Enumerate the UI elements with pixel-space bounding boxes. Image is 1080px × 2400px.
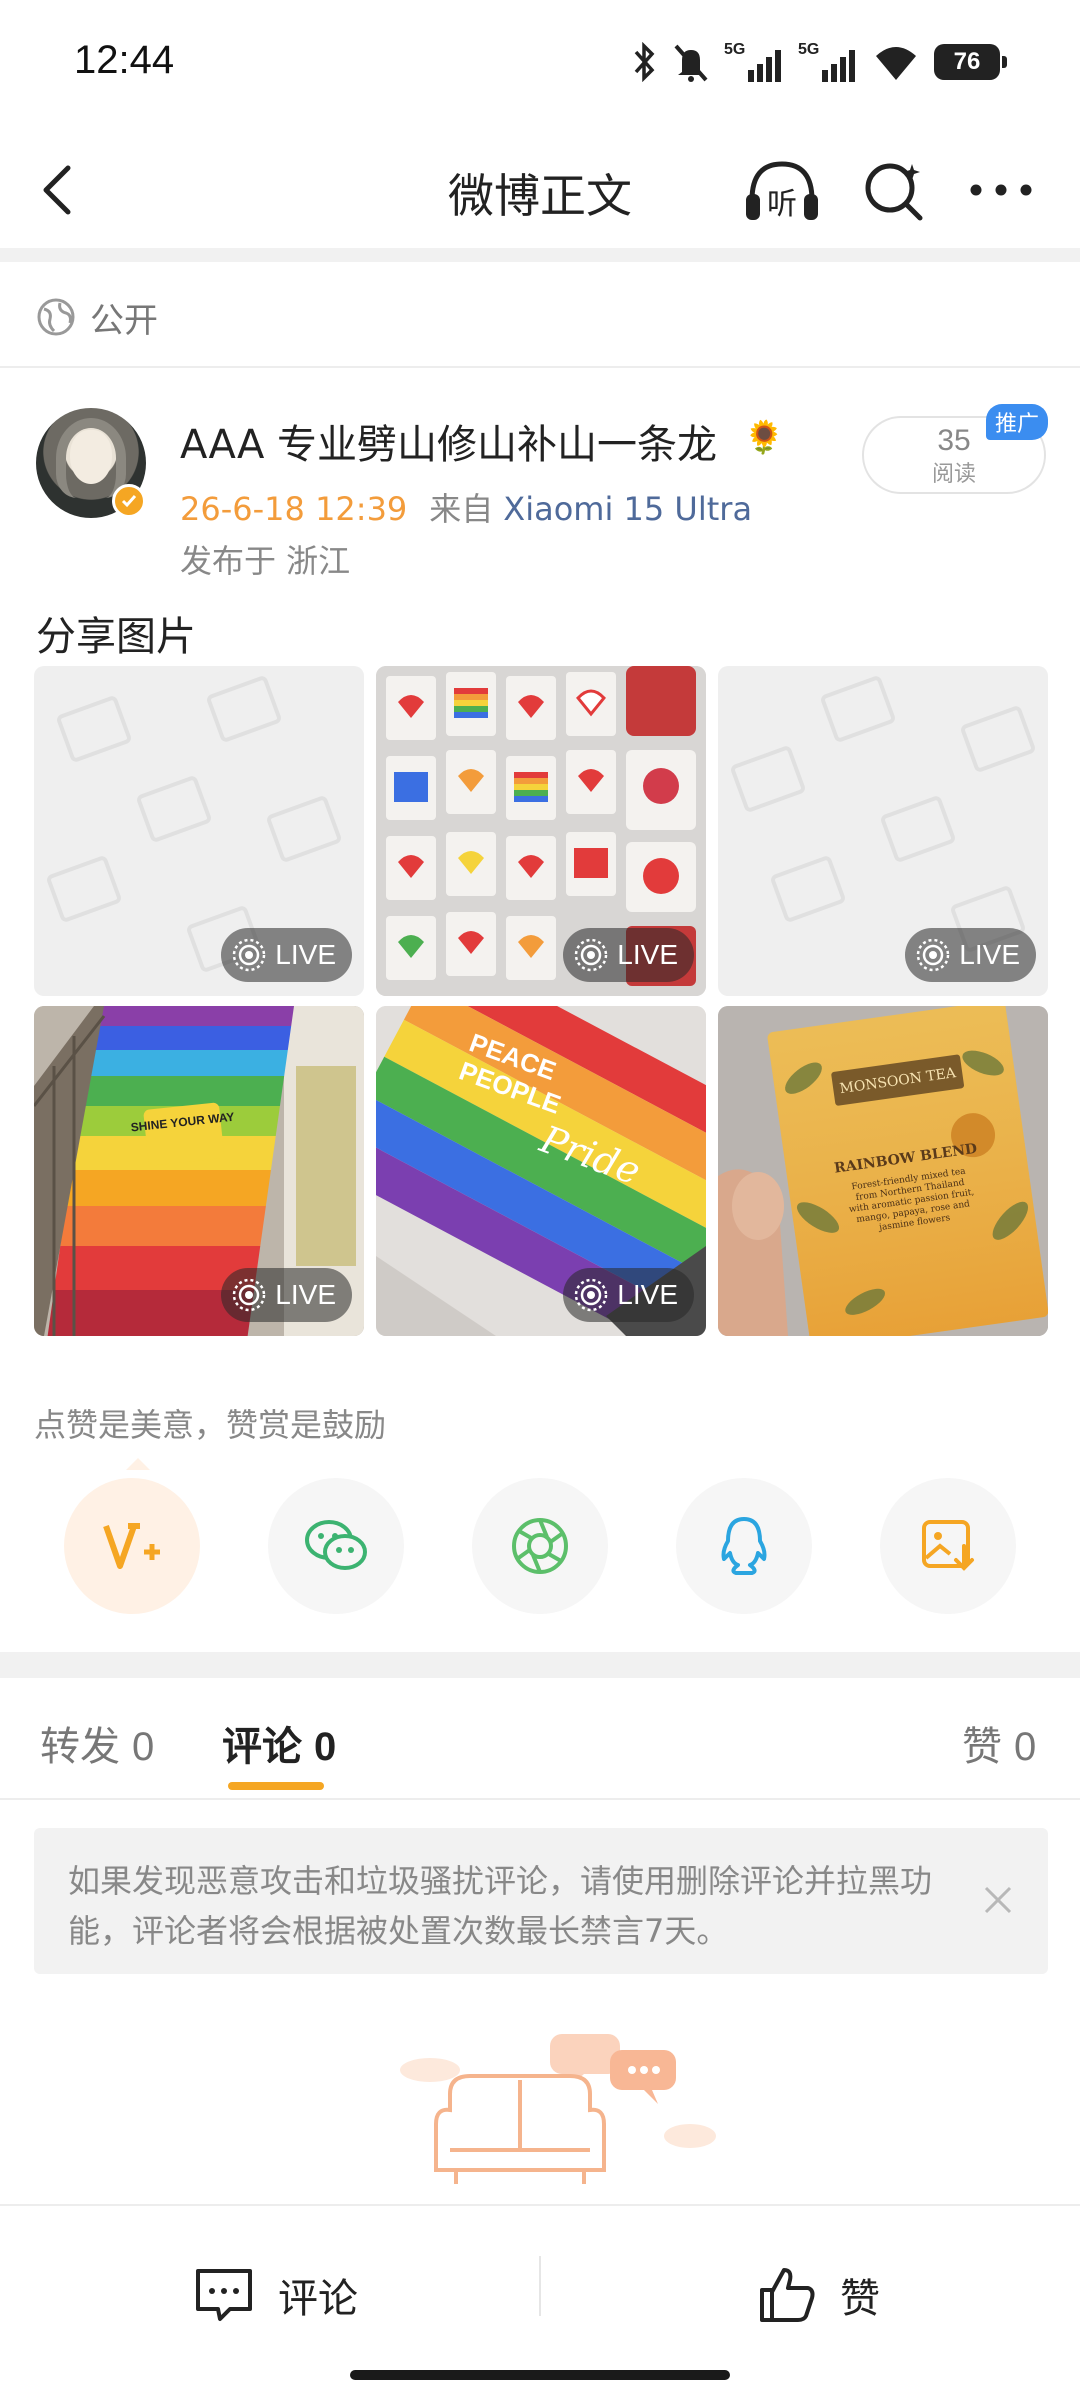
signal-icon-2: 5G — [798, 41, 855, 82]
comment-button[interactable]: 评论 — [192, 2260, 358, 2330]
reward-prompt: 点赞是美意，赞赏是鼓励 — [34, 1406, 387, 1444]
tab-repost-count: 0 — [132, 1725, 155, 1769]
live-icon — [233, 1278, 266, 1312]
divider — [539, 2256, 541, 2316]
visibility-row: 公开 — [36, 292, 158, 342]
live-icon — [917, 938, 950, 972]
share-qq-button[interactable] — [676, 1478, 812, 1614]
live-icon — [233, 938, 266, 972]
comment-notice: 如果发现恶意攻击和垃圾骚扰评论，请使用删除评论并拉黑功能，评论者将会根据被处置次… — [34, 1828, 1048, 1974]
image-tile[interactable]: SHINE YOUR WAY LIVE — [34, 1006, 364, 1336]
divider — [0, 1798, 1080, 1800]
home-indicator[interactable] — [350, 2370, 730, 2380]
search-icon[interactable] — [858, 154, 930, 226]
image-tile[interactable]: LIVE — [718, 666, 1048, 996]
live-badge: LIVE — [563, 1268, 694, 1322]
save-image-button[interactable] — [880, 1478, 1016, 1614]
empty-sofa-icon — [400, 2034, 716, 2184]
share-row — [64, 1478, 1016, 1618]
image-tile[interactable]: PEACE PEOPLE Pride LIVE — [376, 1006, 706, 1336]
tab-repost[interactable]: 转发 0 — [40, 1714, 154, 1772]
image-tile[interactable]: LIVE — [376, 666, 706, 996]
live-label: LIVE — [959, 939, 1020, 970]
mute-bell-icon — [674, 44, 708, 82]
bluetooth-icon — [634, 42, 655, 82]
post-text: 分享图片 — [36, 614, 196, 660]
live-badge: LIVE — [221, 928, 352, 982]
tab-like-label: 赞 — [962, 1724, 1002, 1770]
live-icon — [575, 938, 608, 972]
reward-icon — [103, 1523, 160, 1569]
active-tab-indicator — [228, 1782, 324, 1790]
divider — [0, 366, 1080, 368]
post-location: 发布于 浙江 — [180, 542, 351, 580]
moments-icon — [512, 1518, 568, 1574]
image-tile[interactable]: MONSOON TEA RAINBOW BLEND Forest-friendl… — [718, 1006, 1048, 1336]
nav-bar: 微博正文 听 — [0, 130, 1080, 250]
promo-badge[interactable]: 推广 — [986, 404, 1048, 440]
post-device[interactable]: Xiaomi 15 Ultra — [503, 490, 752, 528]
like-button[interactable]: 赞 — [756, 2260, 880, 2330]
listen-headphones-icon[interactable]: 听 — [742, 154, 822, 226]
svg-text:5G: 5G — [724, 41, 745, 58]
reward-button[interactable] — [64, 1478, 200, 1614]
listen-label: 听 — [767, 187, 797, 222]
section-divider — [0, 248, 1080, 262]
battery-indicator: 76 — [934, 44, 1007, 80]
comment-icon — [196, 2269, 252, 2321]
share-moments-button[interactable] — [472, 1478, 608, 1614]
save-image-icon — [922, 1520, 974, 1571]
post-time: 26-6-18 12:39 — [180, 490, 408, 528]
tab-like-count: 0 — [1014, 1725, 1037, 1769]
more-icon[interactable] — [966, 160, 1036, 220]
engagement-tabs: 转发 0 评论 0 赞0 — [0, 1680, 1080, 1800]
svg-text:5G: 5G — [798, 41, 819, 58]
tab-like[interactable]: 赞0 — [962, 1714, 1036, 1772]
post-from-label: 来自 — [429, 490, 494, 528]
live-label: LIVE — [275, 939, 336, 970]
live-badge: LIVE — [221, 1268, 352, 1322]
live-badge: LIVE — [905, 928, 1036, 982]
status-time: 12:44 — [74, 38, 175, 82]
author-emoji: 🌻 — [744, 418, 784, 456]
signal-icon-1: 5G — [724, 41, 781, 82]
visibility-label: 公开 — [90, 300, 158, 341]
read-label: 阅读 — [931, 462, 976, 487]
tea-packet-photo: MONSOON TEA RAINBOW BLEND Forest-friendl… — [718, 1006, 1048, 1336]
share-wechat-button[interactable] — [268, 1478, 404, 1614]
section-divider — [0, 1652, 1080, 1678]
live-icon — [575, 1278, 608, 1312]
reward-pointer — [126, 1458, 150, 1470]
thumbs-up-icon — [760, 2268, 815, 2322]
comment-button-label: 评论 — [278, 2276, 358, 2322]
notice-text: 如果发现恶意攻击和垃圾骚扰评论，请使用删除评论并拉黑功能，评论者将会根据被处置次… — [68, 1862, 933, 1950]
live-label: LIVE — [275, 1279, 336, 1310]
tab-repost-label: 转发 — [40, 1724, 120, 1770]
status-bar: 12:44 5G 5G 76 — [0, 0, 1080, 130]
tab-comment-count: 0 — [314, 1725, 337, 1769]
live-label: LIVE — [617, 1279, 678, 1310]
like-button-label: 赞 — [840, 2276, 880, 2322]
verified-badge-icon — [112, 484, 146, 518]
image-tile[interactable]: LIVE — [34, 666, 364, 996]
image-grid: LIVE LIVE LIVE SHINE YOUR WAY LIVE PEACE… — [34, 666, 1048, 1336]
status-icons: 5G 5G 76 — [630, 40, 1007, 84]
qq-icon — [721, 1517, 767, 1575]
post-meta: 26-6-18 12:39 来自 Xiaomi 15 Ultra — [180, 484, 752, 530]
globe-icon — [37, 298, 75, 336]
author-name[interactable]: AAA 专业劈山修山补山一条龙 — [180, 412, 717, 470]
wifi-icon — [876, 47, 916, 80]
tab-comment[interactable]: 评论 0 — [222, 1714, 336, 1772]
live-badge: LIVE — [563, 928, 694, 982]
live-label: LIVE — [617, 939, 678, 970]
tab-comment-label: 评论 — [222, 1724, 302, 1770]
close-icon[interactable] — [978, 1880, 1018, 1920]
wechat-icon — [305, 1520, 367, 1570]
